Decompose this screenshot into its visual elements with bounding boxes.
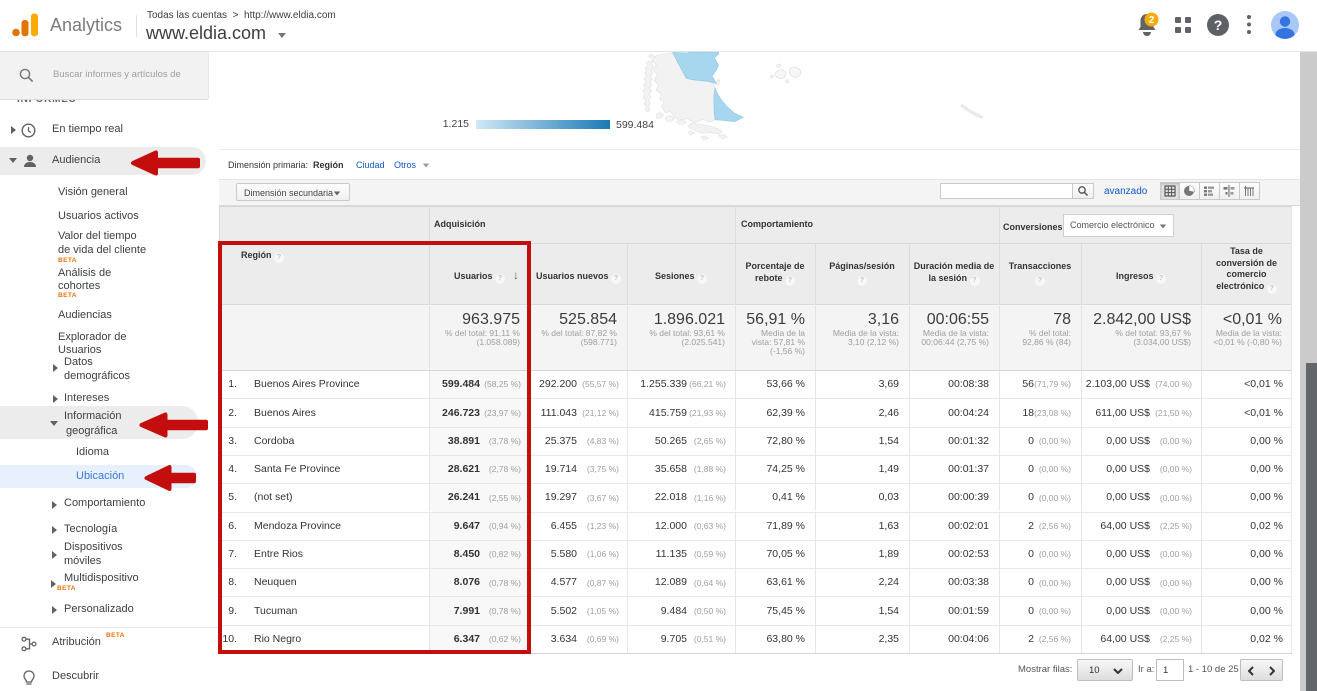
svg-text:2: 2 <box>1149 15 1155 26</box>
